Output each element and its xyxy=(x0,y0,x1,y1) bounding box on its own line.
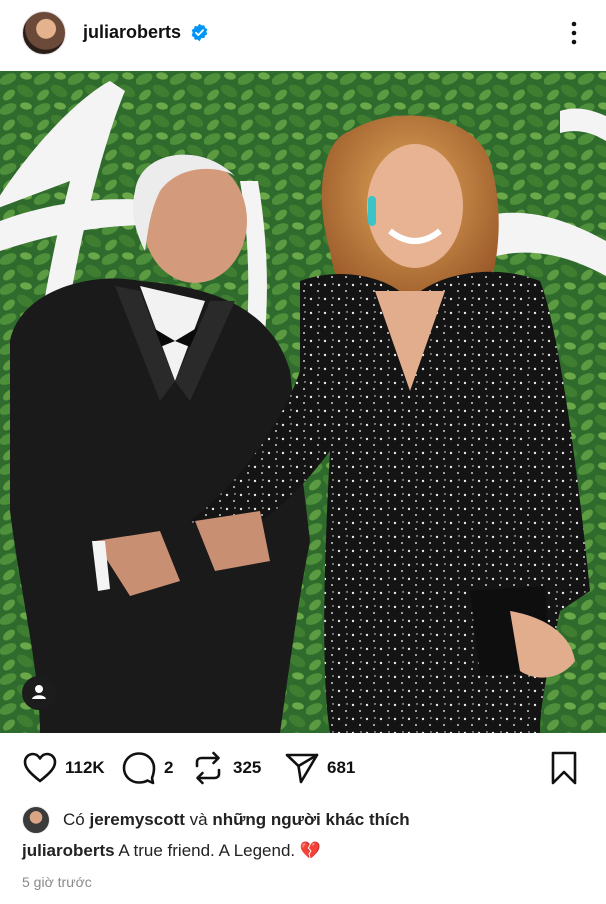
send-icon xyxy=(285,753,319,784)
repost-count: 325 xyxy=(233,758,262,777)
post-timestamp: 5 giờ trước xyxy=(22,874,92,890)
user-icon xyxy=(32,685,46,699)
like-button[interactable]: 112K xyxy=(22,745,105,791)
username[interactable]: juliaroberts xyxy=(83,22,181,43)
tagged-users-button[interactable] xyxy=(22,676,56,710)
caption-text: A true friend. A Legend. 💔 xyxy=(118,841,322,860)
liked-by-middle: và xyxy=(184,810,213,829)
heart-icon xyxy=(23,752,57,783)
save-button[interactable] xyxy=(548,745,580,791)
action-bar: 112K 2 325 681 xyxy=(0,745,606,791)
user-avatar[interactable] xyxy=(22,11,66,55)
liker-avatar xyxy=(22,806,50,834)
liked-by-row[interactable]: Có jeremyscott và những người khác thích xyxy=(22,805,410,835)
like-count: 112K xyxy=(65,758,105,777)
share-button[interactable]: 681 xyxy=(284,745,355,791)
repost-button[interactable]: 325 xyxy=(190,745,261,791)
post-header: juliaroberts xyxy=(0,0,606,70)
liked-by-others[interactable]: những người khác thích xyxy=(212,810,409,830)
post-photo-illustration xyxy=(0,71,606,733)
share-count: 681 xyxy=(327,758,356,777)
comment-count: 2 xyxy=(164,758,174,777)
comment-button[interactable]: 2 xyxy=(121,745,173,791)
liker-username[interactable]: jeremyscott xyxy=(89,810,184,830)
bookmark-icon xyxy=(551,751,577,785)
comment-icon xyxy=(122,752,156,785)
repost-icon xyxy=(195,751,221,785)
verified-badge-icon xyxy=(191,23,208,42)
caption: juliaroberts A true friend. A Legend. 💔 xyxy=(22,841,321,861)
post-photo[interactable] xyxy=(0,71,606,733)
caption-username[interactable]: juliaroberts xyxy=(22,841,115,860)
more-options-icon[interactable] xyxy=(563,20,585,46)
liked-by-prefix: Có xyxy=(63,810,90,829)
